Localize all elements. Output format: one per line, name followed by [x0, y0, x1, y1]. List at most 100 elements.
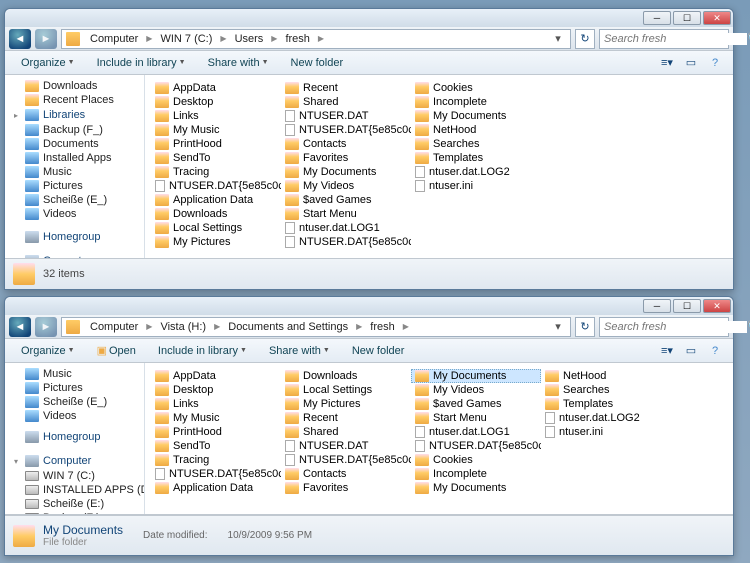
chevron-right-icon[interactable]: ▶: [218, 34, 228, 43]
folder-item[interactable]: My Music: [151, 123, 281, 137]
chevron-right-icon[interactable]: ▶: [316, 34, 326, 43]
back-button[interactable]: ◄: [9, 29, 31, 49]
nav-item[interactable]: Backup (F:): [5, 511, 144, 514]
folder-item[interactable]: $aved Games: [281, 193, 411, 207]
folder-item[interactable]: Contacts: [281, 467, 411, 481]
nav-item[interactable]: Pictures: [5, 179, 144, 193]
folder-item[interactable]: Incomplete: [411, 95, 541, 109]
folder-item[interactable]: Downloads: [281, 369, 411, 383]
nav-computer[interactable]: ▾Computer: [5, 453, 144, 469]
folder-item[interactable]: Cookies: [411, 81, 541, 95]
breadcrumb[interactable]: Vista (H:): [156, 321, 210, 333]
folder-item[interactable]: SendTo: [151, 151, 281, 165]
folder-item[interactable]: Shared: [281, 425, 411, 439]
nav-item[interactable]: Scheiße (E_): [5, 395, 144, 409]
folder-item[interactable]: My Videos: [411, 383, 541, 397]
folder-item[interactable]: AppData: [151, 81, 281, 95]
folder-item[interactable]: Cookies: [411, 453, 541, 467]
address-bar[interactable]: Computer▶ Vista (H:)▶ Documents and Sett…: [61, 317, 571, 337]
chevron-right-icon[interactable]: ▶: [212, 322, 222, 331]
share-with-button[interactable]: Share with▼: [261, 343, 338, 359]
folder-item[interactable]: Recent: [281, 411, 411, 425]
nav-downloads[interactable]: Downloads: [5, 79, 144, 93]
search-input[interactable]: [604, 33, 747, 45]
folder-item[interactable]: Contacts: [281, 137, 411, 151]
folder-item[interactable]: AppData: [151, 369, 281, 383]
folder-item[interactable]: Desktop: [151, 383, 281, 397]
expand-icon[interactable]: ▾: [11, 257, 21, 259]
view-options-button[interactable]: ≡▾: [657, 342, 677, 360]
breadcrumb[interactable]: fresh: [281, 33, 313, 45]
new-folder-button[interactable]: New folder: [344, 343, 413, 359]
folder-item[interactable]: My Documents: [411, 109, 541, 123]
nav-item[interactable]: Documents: [5, 137, 144, 151]
folder-item[interactable]: Recent: [281, 81, 411, 95]
new-folder-button[interactable]: New folder: [283, 55, 352, 71]
folder-item[interactable]: NetHood: [411, 123, 541, 137]
preview-pane-button[interactable]: ▭: [681, 54, 701, 72]
folder-item[interactable]: Searches: [541, 383, 671, 397]
close-button[interactable]: ✕: [703, 299, 731, 313]
breadcrumb[interactable]: Computer: [86, 33, 142, 45]
folder-item[interactable]: Application Data: [151, 193, 281, 207]
file-item[interactable]: NTUSER.DAT{5e85c0c8-2e15-11de-b...: [281, 235, 411, 249]
file-item[interactable]: ntuser.dat.LOG1: [281, 221, 411, 235]
search-box[interactable]: 🔍: [599, 29, 729, 49]
breadcrumb[interactable]: fresh: [366, 321, 398, 333]
file-list[interactable]: AppDataDesktopLinksMy MusicPrintHoodSend…: [145, 75, 733, 258]
folder-item[interactable]: Start Menu: [411, 411, 541, 425]
nav-item[interactable]: Pictures: [5, 381, 144, 395]
minimize-button[interactable]: ─: [643, 299, 671, 313]
expand-icon[interactable]: ▸: [11, 111, 21, 120]
nav-computer[interactable]: ▾Computer: [5, 253, 144, 258]
folder-item[interactable]: Favorites: [281, 481, 411, 495]
folder-item[interactable]: Local Settings: [151, 221, 281, 235]
file-item[interactable]: NTUSER.DAT{5e85c0c8-2e15-11de-b...: [411, 439, 541, 453]
folder-item[interactable]: Tracing: [151, 453, 281, 467]
chevron-right-icon[interactable]: ▶: [401, 322, 411, 331]
breadcrumb[interactable]: WIN 7 (C:): [156, 33, 216, 45]
folder-item[interactable]: My Documents: [411, 369, 541, 383]
titlebar[interactable]: ─ ☐ ✕: [5, 297, 733, 315]
nav-item[interactable]: Music: [5, 367, 144, 381]
navigation-pane[interactable]: MusicPicturesScheiße (E_)Videos Homegrou…: [5, 363, 145, 514]
folder-item[interactable]: My Music: [151, 411, 281, 425]
file-item[interactable]: NTUSER.DAT: [281, 439, 411, 453]
search-input[interactable]: [604, 321, 747, 333]
breadcrumb[interactable]: Documents and Settings: [224, 321, 352, 333]
folder-item[interactable]: SendTo: [151, 439, 281, 453]
address-dropdown[interactable]: ▾: [550, 32, 566, 45]
forward-button[interactable]: ►: [35, 29, 57, 49]
file-item[interactable]: NTUSER.DAT: [281, 109, 411, 123]
folder-item[interactable]: Searches: [411, 137, 541, 151]
nav-recent-places[interactable]: Recent Places: [5, 93, 144, 107]
nav-item[interactable]: Backup (F_): [5, 123, 144, 137]
preview-pane-button[interactable]: ▭: [681, 342, 701, 360]
file-item[interactable]: ntuser.ini: [411, 179, 541, 193]
folder-item[interactable]: Links: [151, 397, 281, 411]
file-item[interactable]: ntuser.dat.LOG2: [411, 165, 541, 179]
folder-item[interactable]: Incomplete: [411, 467, 541, 481]
nav-item[interactable]: Videos: [5, 207, 144, 221]
nav-libraries[interactable]: ▸Libraries: [5, 107, 144, 123]
open-button[interactable]: ▣Open: [89, 342, 144, 359]
folder-item[interactable]: Downloads: [151, 207, 281, 221]
refresh-button[interactable]: ↻: [575, 317, 595, 337]
chevron-right-icon[interactable]: ▶: [354, 322, 364, 331]
folder-item[interactable]: Desktop: [151, 95, 281, 109]
file-item[interactable]: ntuser.dat.LOG1: [411, 425, 541, 439]
help-button[interactable]: ?: [705, 54, 725, 72]
folder-item[interactable]: $aved Games: [411, 397, 541, 411]
address-bar[interactable]: Computer▶ WIN 7 (C:)▶ Users▶ fresh▶ ▾: [61, 29, 571, 49]
share-with-button[interactable]: Share with▼: [200, 55, 277, 71]
address-dropdown[interactable]: ▾: [550, 320, 566, 333]
organize-button[interactable]: Organize▼: [13, 343, 83, 359]
file-item[interactable]: NTUSER.DAT{5e85c0c8-2e15-11de-b...: [281, 123, 411, 137]
folder-item[interactable]: PrintHood: [151, 137, 281, 151]
organize-button[interactable]: Organize▼: [13, 55, 83, 71]
nav-item[interactable]: Scheiße (E:): [5, 497, 144, 511]
folder-item[interactable]: Start Menu: [281, 207, 411, 221]
file-item[interactable]: NTUSER.DAT{5e85c0c8-2e15-11de-b...: [151, 179, 281, 193]
file-item[interactable]: ntuser.dat.LOG2: [541, 411, 671, 425]
chevron-right-icon[interactable]: ▶: [144, 34, 154, 43]
